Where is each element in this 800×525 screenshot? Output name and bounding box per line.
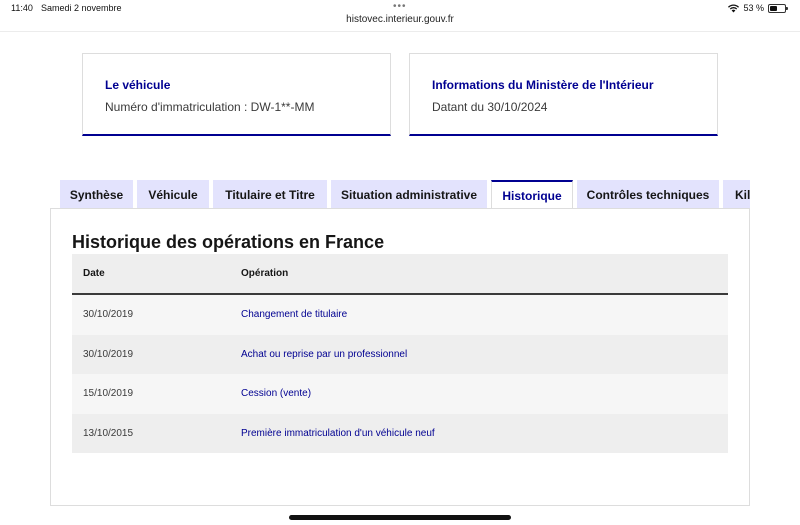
tab-controles-techniques[interactable]: Contrôles techniques bbox=[577, 180, 719, 209]
tab-bar: Synthèse Véhicule Titulaire et Titre Sit… bbox=[60, 180, 750, 209]
row-date: 30/10/2019 bbox=[83, 348, 134, 360]
page-title: Historique des opérations en France bbox=[72, 232, 385, 252]
tab-synthese[interactable]: Synthèse bbox=[60, 180, 133, 209]
row-operation[interactable]: Cession (vente) bbox=[241, 388, 311, 399]
table-row: 30/10/2019 Changement de titulaire bbox=[72, 295, 728, 335]
row-operation[interactable]: Changement de titulaire bbox=[241, 309, 347, 320]
home-indicator[interactable] bbox=[289, 515, 511, 520]
wifi-icon bbox=[728, 4, 740, 13]
history-table: Date Opération 30/10/2019 Changement de … bbox=[72, 254, 728, 453]
table-row: 30/10/2019 Achat ou reprise par un profe… bbox=[72, 334, 728, 374]
table-row: 13/10/2015 Première immatriculation d'un… bbox=[72, 413, 728, 453]
row-date: 30/10/2019 bbox=[83, 309, 134, 320]
table-body: 30/10/2019 Changement de titulaire 30/10… bbox=[72, 295, 728, 453]
ministry-card-title: Informations du Ministère de l'Intérieur bbox=[432, 78, 654, 92]
table-row: 15/10/2019 Cession (vente) bbox=[72, 374, 728, 414]
row-operation[interactable]: Première immatriculation d'un véhicule n… bbox=[241, 428, 435, 439]
tab-vehicule[interactable]: Véhicule bbox=[137, 180, 209, 209]
tab-titulaire[interactable]: Titulaire et Titre bbox=[213, 180, 327, 209]
status-date: Samedi 2 novembre bbox=[41, 3, 122, 13]
column-date: Date bbox=[83, 268, 105, 279]
table-header: Date Opération bbox=[72, 254, 728, 295]
registration-number: Numéro d'immatriculation : DW-1**-MM bbox=[105, 100, 315, 114]
status-right: 53 % bbox=[728, 3, 788, 13]
vehicle-card: Le véhicule Numéro d'immatriculation : D… bbox=[82, 53, 391, 136]
battery-icon bbox=[768, 3, 788, 13]
tab-situation-administrative[interactable]: Situation administrative bbox=[331, 180, 487, 209]
url-bar[interactable]: histovec.interieur.gouv.fr bbox=[0, 14, 800, 25]
battery-fill bbox=[770, 5, 778, 11]
row-date: 13/10/2015 bbox=[83, 427, 134, 439]
divider bbox=[0, 31, 800, 32]
multitasking-dots-icon[interactable]: ••• bbox=[393, 1, 407, 12]
data-date: Datant du 30/10/2024 bbox=[432, 100, 548, 114]
column-operation: Opération bbox=[241, 268, 289, 279]
vehicle-card-title: Le véhicule bbox=[105, 78, 171, 92]
tab-kilometrage[interactable]: Kil bbox=[723, 180, 750, 209]
row-date: 15/10/2019 bbox=[83, 388, 134, 399]
row-operation[interactable]: Achat ou reprise par un professionnel bbox=[241, 349, 407, 360]
ministry-card: Informations du Ministère de l'Intérieur… bbox=[409, 53, 718, 136]
status-time: 11:40 bbox=[11, 3, 33, 13]
tab-historique[interactable]: Historique bbox=[491, 180, 573, 209]
battery-percent: 53 % bbox=[743, 3, 764, 13]
